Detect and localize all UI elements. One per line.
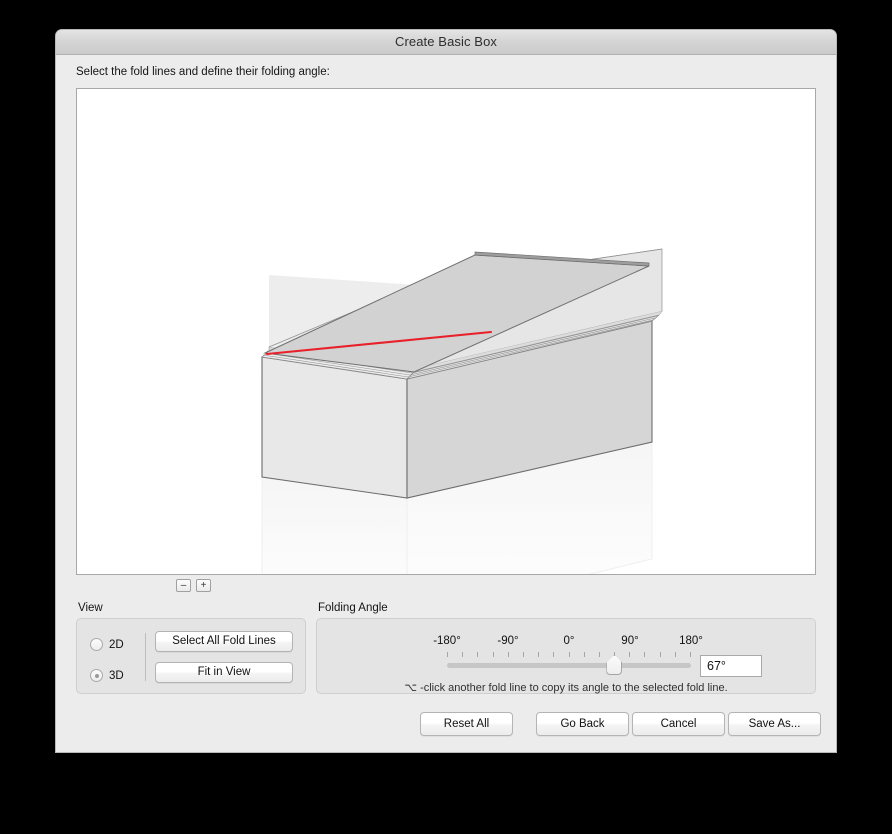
slider-tick bbox=[644, 652, 646, 657]
slider-tick bbox=[583, 652, 585, 657]
view-group-box: 2D 3D Select All Fold Lines Fit in View bbox=[76, 618, 306, 694]
create-basic-box-dialog: Create Basic Box Select the fold lines a… bbox=[56, 30, 836, 752]
slider-tick-label-minus180: -180° bbox=[433, 635, 461, 647]
radio-3d-icon[interactable] bbox=[90, 669, 103, 682]
slider-tick bbox=[553, 652, 555, 657]
save-as-button[interactable]: Save As... bbox=[728, 712, 821, 736]
radio-3d-label: 3D bbox=[109, 669, 124, 682]
radio-2d-icon[interactable] bbox=[90, 638, 103, 651]
slider-tick bbox=[492, 652, 494, 657]
zoom-in-button[interactable]: + bbox=[196, 579, 211, 592]
zoom-out-button[interactable]: – bbox=[176, 579, 191, 592]
slider-tick bbox=[538, 652, 540, 657]
dialog-title: Create Basic Box bbox=[394, 34, 498, 49]
view-divider bbox=[145, 633, 146, 681]
folding-angle-value-field[interactable]: 67° bbox=[700, 655, 762, 677]
slider-tick bbox=[477, 652, 479, 657]
slider-tick-label-90: 90° bbox=[621, 635, 639, 647]
radio-2d-label: 2D bbox=[109, 638, 124, 651]
slider-tick-marks bbox=[447, 652, 691, 658]
reset-all-button[interactable]: Reset All bbox=[420, 712, 513, 736]
go-back-button[interactable]: Go Back bbox=[536, 712, 629, 736]
slider-tick bbox=[690, 652, 691, 657]
dialog-titlebar: Create Basic Box bbox=[56, 30, 836, 55]
slider-tick bbox=[507, 652, 509, 657]
folding-angle-slider-thumb[interactable] bbox=[606, 655, 623, 675]
folding-angle-group-box: -180° -90° 0° 90° 180° 67° ⌥ -click anot… bbox=[316, 618, 816, 694]
slider-tick-label-minus90: -90° bbox=[497, 635, 519, 647]
slider-tick bbox=[447, 652, 448, 657]
instruction-text: Select the fold lines and define their f… bbox=[76, 66, 330, 78]
view-group-label: View bbox=[78, 602, 103, 614]
box-3d-illustration bbox=[261, 248, 663, 574]
radio-view-3d[interactable]: 3D bbox=[90, 669, 124, 682]
folding-angle-slider-track[interactable] bbox=[447, 663, 691, 668]
slider-tick bbox=[568, 652, 570, 657]
slider-tick bbox=[598, 652, 600, 657]
slider-tick bbox=[659, 652, 661, 657]
slider-tick-label-zero: 0° bbox=[563, 635, 575, 647]
slider-tick-label-180: 180° bbox=[679, 635, 703, 647]
fit-in-view-button[interactable]: Fit in View bbox=[155, 662, 293, 683]
folding-angle-group-label: Folding Angle bbox=[318, 602, 388, 614]
slider-tick bbox=[629, 652, 631, 657]
slider-tick bbox=[674, 652, 676, 657]
box-preview-canvas[interactable] bbox=[76, 88, 816, 575]
cancel-button[interactable]: Cancel bbox=[632, 712, 725, 736]
radio-view-2d[interactable]: 2D bbox=[90, 638, 124, 651]
folding-angle-hint-text: ⌥ -click another fold line to copy its a… bbox=[404, 682, 728, 694]
canvas-zoom-controls: – + bbox=[176, 579, 211, 592]
select-all-fold-lines-button[interactable]: Select All Fold Lines bbox=[155, 631, 293, 652]
slider-tick bbox=[462, 652, 464, 657]
slider-tick bbox=[522, 652, 524, 657]
